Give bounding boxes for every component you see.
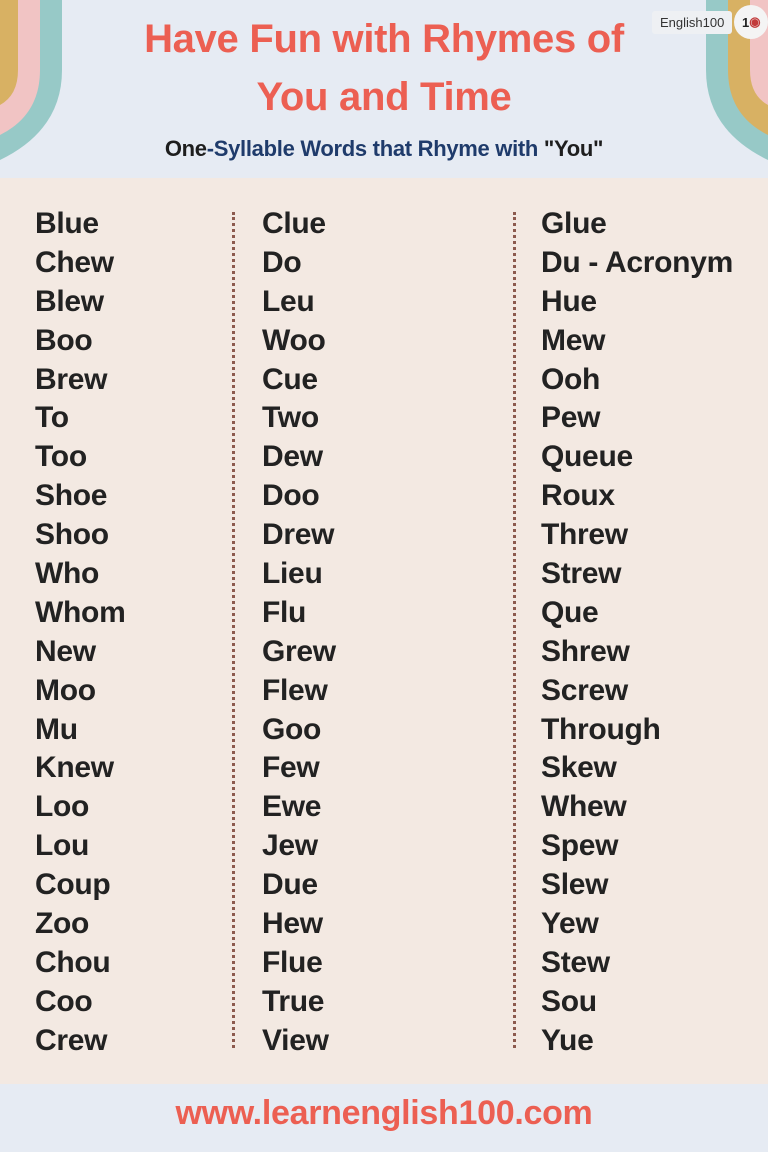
dotted-divider-1: [232, 212, 235, 1048]
rhyme-word: Two: [262, 401, 319, 435]
title-line-2: You and Time: [256, 75, 512, 119]
rhyme-word: Dew: [262, 440, 323, 474]
word-column-3: Glue Du - Acronym Hue Mew Ooh Pew Queue Roux Thr…: [541, 205, 733, 1061]
rhyme-word: View: [262, 1023, 329, 1057]
dotted-divider-2: [513, 212, 516, 1048]
rhyme-word: Blew: [35, 284, 104, 318]
rhyme-word: True: [262, 984, 325, 1018]
rhyme-word: Mu: [35, 712, 78, 746]
rhyme-word: Shoo: [35, 518, 109, 552]
rhyme-word: Loo: [35, 790, 90, 824]
word-column-1: Blue Chew Blew Boo Brew To Too Shoe Shoo Who Whom N…: [35, 205, 126, 1061]
rhyme-word: Lou: [35, 829, 90, 863]
rhyme-word: Ooh: [541, 362, 601, 396]
rhyme-word: Lieu: [262, 557, 323, 591]
rhyme-word: Whom: [35, 595, 126, 629]
rhyme-word: Yue: [541, 1023, 594, 1057]
subtitle-part-2: -Syllable Words that Rhyme with: [206, 136, 544, 161]
rhyme-word: Screw: [541, 673, 628, 707]
rhyme-word: Crew: [35, 1023, 108, 1057]
rhyme-word: Cue: [262, 362, 318, 396]
rhyme-word: New: [35, 634, 96, 668]
rhyme-word: Flue: [262, 945, 323, 979]
rhyme-word: Do: [262, 245, 302, 279]
rhyme-word: Knew: [35, 751, 114, 785]
rhyme-word: Few: [262, 751, 320, 785]
rhyme-word: To: [35, 401, 69, 435]
subtitle: One-Syllable Words that Rhyme with "You": [0, 136, 768, 162]
rhyme-word: Coo: [35, 984, 93, 1018]
rhyme-word: Clue: [262, 207, 326, 240]
rhyme-word: Skew: [541, 751, 617, 785]
rhyme-word: Chou: [35, 945, 111, 979]
rhyme-word: Boo: [35, 323, 93, 357]
rhyme-word: Flu: [262, 595, 307, 629]
rhyme-word: Drew: [262, 518, 335, 552]
logo-badge-number: 1: [742, 14, 750, 30]
rhyme-word: Brew: [35, 362, 108, 396]
rhyme-word: Shrew: [541, 634, 630, 668]
rhyme-word: Zoo: [35, 907, 90, 941]
rhyme-word: Too: [35, 440, 87, 474]
rhyme-word: Chew: [35, 245, 114, 279]
website-url[interactable]: www.learnenglish100.com: [0, 1094, 768, 1133]
rhyme-word: Jew: [262, 829, 318, 863]
rhyme-word: Leu: [262, 284, 315, 318]
rhyme-word: Moo: [35, 673, 96, 707]
globe-flag-icon: ◉: [749, 14, 761, 29]
rhyme-word: Woo: [262, 323, 326, 357]
logo-text: English100: [652, 10, 733, 34]
rhyme-word: Doo: [262, 479, 320, 513]
rhyme-word: Coup: [35, 868, 111, 902]
rhyme-word: Who: [35, 557, 100, 591]
brand-logo: English100 1 ◉: [652, 5, 768, 39]
rhyme-word: Strew: [541, 557, 622, 591]
rhyme-word: Goo: [262, 712, 322, 746]
subtitle-part-1: One: [164, 136, 207, 161]
rhyme-word: Blue: [35, 207, 99, 240]
rhyme-word: Hew: [262, 907, 323, 941]
rhyme-word: Spew: [541, 829, 619, 863]
subtitle-part-3: "You": [543, 136, 604, 161]
rhyme-word: Queue: [541, 440, 633, 474]
rhyme-word: Glue: [541, 207, 607, 240]
rhyme-word: Sou: [541, 984, 597, 1018]
rhyme-word: Due: [262, 868, 318, 902]
rhyme-word: Pew: [541, 401, 601, 435]
rhyme-word: Slew: [541, 868, 609, 902]
rhyme-word: Roux: [541, 479, 615, 513]
rhyme-word: Threw: [541, 518, 628, 552]
rhyme-word: Through: [541, 712, 661, 746]
rhyme-word: Ewe: [262, 790, 322, 824]
rhyme-word: Stew: [541, 945, 610, 979]
rhyme-word: Que: [541, 595, 599, 629]
rhyme-word: Grew: [262, 634, 336, 668]
word-column-2: Clue Do Leu Woo Cue Two Dew Doo Drew Lieu Flu Grew F…: [262, 205, 336, 1061]
rhyme-word: Du - Acronym: [541, 245, 733, 279]
rhyme-word: Shoe: [35, 479, 108, 513]
rhyme-word: Whew: [541, 790, 627, 824]
rhyme-word: Hue: [541, 284, 597, 318]
rhyme-word: Mew: [541, 323, 606, 357]
rhyme-word: Flew: [262, 673, 328, 707]
logo-badge: 1 ◉: [734, 5, 768, 39]
rhyme-word: Yew: [541, 907, 599, 941]
